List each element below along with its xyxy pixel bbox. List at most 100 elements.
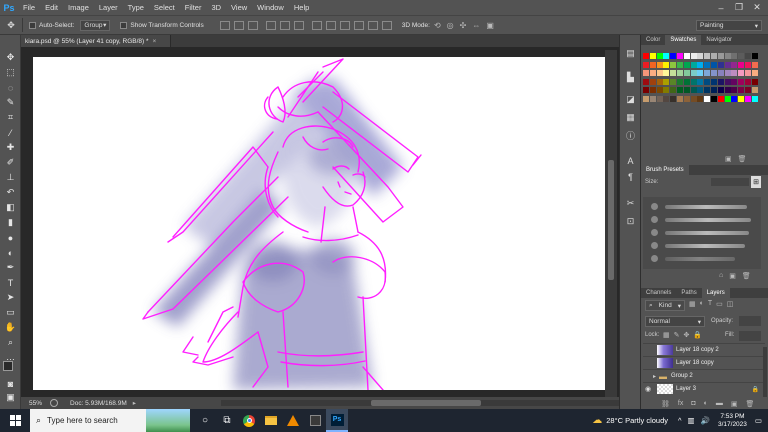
- foreground-color-swatch[interactable]: [3, 361, 13, 371]
- distribute-right-icon[interactable]: [381, 20, 392, 30]
- color-swatch[interactable]: [745, 70, 751, 76]
- color-swatch[interactable]: [704, 70, 711, 76]
- vlc-icon[interactable]: [282, 409, 304, 432]
- layer-name[interactable]: Layer 18 copy: [676, 360, 714, 366]
- link-layers-icon[interactable]: ⛓: [661, 400, 670, 408]
- shape-tool-icon[interactable]: ▭: [3, 306, 18, 319]
- color-swatch[interactable]: [677, 95, 683, 102]
- close-button[interactable]: ✕: [748, 0, 766, 15]
- distribute-hcenter-icon[interactable]: [367, 20, 378, 30]
- crop-tool-icon[interactable]: ⌗: [3, 111, 18, 124]
- clone-source-icon[interactable]: ⊡: [624, 215, 637, 227]
- color-swatch[interactable]: [670, 70, 677, 76]
- distribute-bottom-icon[interactable]: [339, 20, 350, 30]
- clock[interactable]: 7:53 PM 3/17/2023: [718, 413, 747, 429]
- tab-paths[interactable]: Paths: [676, 288, 701, 298]
- canvas-area[interactable]: [21, 47, 619, 397]
- brush-stroke-preview[interactable]: [665, 244, 745, 248]
- color-swatch[interactable]: [643, 78, 649, 85]
- document-tab[interactable]: kiara.psd @ 55% (Layer 41 copy, RGB/8) *…: [21, 35, 171, 47]
- layer-name[interactable]: Group 2: [671, 373, 693, 379]
- color-swatch[interactable]: [717, 53, 724, 59]
- color-swatch[interactable]: [683, 61, 690, 68]
- color-swatch[interactable]: [690, 70, 697, 76]
- path-selection-tool-icon[interactable]: ➤: [3, 291, 18, 304]
- color-swatch[interactable]: [711, 53, 717, 59]
- color-swatch[interactable]: [704, 61, 711, 68]
- color-swatch[interactable]: [704, 87, 711, 93]
- align-hcenter-icon[interactable]: [279, 20, 290, 30]
- 3d-scale-icon[interactable]: ▣: [486, 21, 494, 30]
- tab-swatches[interactable]: Swatches: [665, 35, 702, 45]
- color-swatch[interactable]: [711, 78, 717, 85]
- color-swatch[interactable]: [738, 53, 745, 59]
- menu-3d[interactable]: 3D: [206, 3, 226, 12]
- layer-row[interactable]: ▸ ▬ Group 2: [643, 369, 765, 382]
- color-swatch[interactable]: [697, 95, 704, 102]
- color-swatch[interactable]: [738, 78, 745, 85]
- color-swatch[interactable]: [690, 78, 697, 85]
- lock-all-icon[interactable]: 🔒: [693, 331, 702, 339]
- color-swatch[interactable]: [643, 61, 649, 68]
- task-view-icon[interactable]: ⧉: [216, 409, 238, 432]
- color-swatch[interactable]: [704, 78, 711, 85]
- file-explorer-icon[interactable]: [260, 409, 282, 432]
- tool-presets-icon[interactable]: ✂: [624, 197, 637, 209]
- filter-smart-icon[interactable]: ◫: [727, 300, 734, 308]
- move-tool-preset-icon[interactable]: ✥: [0, 20, 22, 31]
- color-swatch[interactable]: [717, 95, 724, 102]
- menu-image[interactable]: Image: [63, 3, 94, 12]
- filter-type-icon[interactable]: T: [708, 300, 712, 308]
- marquee-tool-icon[interactable]: ⬚: [3, 66, 18, 79]
- color-swatch[interactable]: [697, 78, 704, 85]
- adjustments-panel-icon[interactable]: ◪: [624, 93, 637, 105]
- color-swatch[interactable]: [663, 53, 670, 59]
- color-swatch[interactable]: [643, 87, 649, 93]
- layer-style-icon[interactable]: fx: [678, 400, 683, 408]
- color-swatch[interactable]: [663, 78, 670, 85]
- color-swatch[interactable]: [731, 87, 738, 93]
- color-swatch[interactable]: [724, 70, 731, 76]
- color-swatch[interactable]: [683, 53, 690, 59]
- history-panel-icon[interactable]: ▤: [624, 47, 637, 59]
- brush-tip-icon[interactable]: [651, 242, 658, 249]
- color-swatch[interactable]: [670, 61, 677, 68]
- adjustment-layer-icon[interactable]: ◐: [704, 400, 708, 408]
- color-swatch[interactable]: [738, 70, 745, 76]
- 3d-pan-icon[interactable]: ✣: [460, 21, 467, 30]
- tab-layers[interactable]: Layers: [701, 288, 730, 298]
- align-top-icon[interactable]: [219, 20, 230, 30]
- opacity-field[interactable]: [739, 316, 761, 326]
- start-button[interactable]: [0, 409, 30, 432]
- pen-tool-icon[interactable]: ✒: [3, 261, 18, 274]
- color-swatch[interactable]: [697, 87, 704, 93]
- tab-color[interactable]: Color: [641, 35, 665, 45]
- vertical-scrollbar[interactable]: [605, 50, 617, 397]
- brush-tip-icon[interactable]: [651, 203, 658, 210]
- color-swatch[interactable]: [751, 61, 758, 68]
- align-bottom-icon[interactable]: [247, 20, 258, 30]
- delete-brush-icon[interactable]: 🗑: [742, 272, 751, 280]
- color-swatch[interactable]: [677, 70, 683, 76]
- color-swatch[interactable]: [670, 95, 677, 102]
- auto-select-dropdown[interactable]: Group ▾: [80, 19, 111, 31]
- color-swatch[interactable]: [663, 95, 670, 102]
- color-swatch[interactable]: [649, 95, 656, 102]
- show-hidden-icons-icon[interactable]: ^: [678, 416, 682, 425]
- move-tool-icon[interactable]: ✥: [3, 51, 18, 64]
- layer-name[interactable]: Layer 3: [676, 386, 696, 392]
- blur-tool-icon[interactable]: ●: [3, 231, 18, 244]
- color-swatch[interactable]: [690, 87, 697, 93]
- quick-mask-icon[interactable]: ◙: [3, 377, 18, 390]
- vertical-scroll-thumb[interactable]: [608, 160, 614, 280]
- color-swatch[interactable]: [656, 70, 663, 76]
- color-swatch[interactable]: [663, 70, 670, 76]
- color-swatch[interactable]: [745, 53, 751, 59]
- brush-stroke-preview[interactable]: [665, 231, 749, 235]
- color-swatch[interactable]: [677, 87, 683, 93]
- lasso-tool-icon[interactable]: ◌: [3, 81, 18, 94]
- workspace-dropdown[interactable]: Painting ▾: [696, 20, 762, 31]
- hand-tool-icon[interactable]: ✋: [3, 321, 18, 334]
- swatches-grid[interactable]: [643, 47, 758, 119]
- distribute-left-icon[interactable]: [353, 20, 364, 30]
